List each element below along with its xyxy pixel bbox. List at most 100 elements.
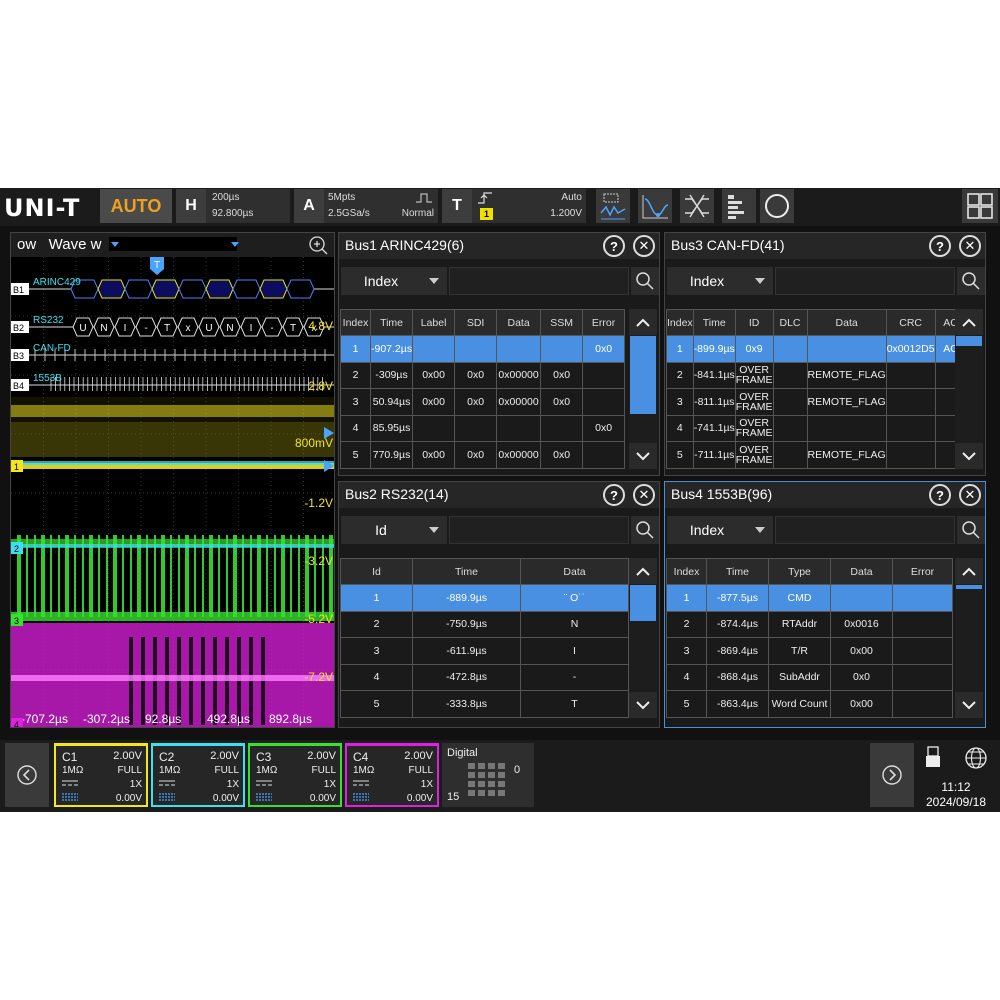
bus1-filter-select[interactable]: Index	[341, 267, 447, 295]
bus3-scrollbar[interactable]	[955, 309, 983, 469]
bus4-filter-select[interactable]: Index	[667, 516, 773, 544]
coupling-icon	[353, 779, 369, 790]
bus4-scrollbar[interactable]	[955, 558, 983, 718]
bus1-frame[interactable]	[97, 279, 126, 299]
window-selector[interactable]	[109, 237, 237, 251]
bus1-scrollbar[interactable]	[629, 309, 657, 469]
close-icon[interactable]: ✕	[633, 484, 655, 506]
list-button[interactable]	[722, 189, 756, 223]
horizontal-settings[interactable]: H 200µs 92.800µs	[176, 189, 290, 223]
scroll-left-button[interactable]	[5, 743, 49, 807]
window-layout-button[interactable]	[962, 189, 998, 223]
table-row[interactable]: 5 770.9µs 0x00 0x0 0x00000 0x0	[340, 441, 626, 469]
bus4-search-input[interactable]	[775, 516, 955, 544]
channel-probe: 1X	[129, 779, 142, 790]
waveform-panel[interactable]: ow Wave w U N I - Tx U N I - Tx B1 ARINC429 B2 RS232 B…	[10, 232, 335, 728]
waveform-display[interactable]: U N I - Tx U N I - TxB1ARINC429B2RS232B3CAN-FDB41…	[11, 257, 335, 728]
measure-button[interactable]	[596, 189, 630, 223]
table-row[interactable]: 1 -877.5µs CMD	[666, 584, 953, 612]
network-globe-icon[interactable]	[964, 746, 988, 770]
table-row[interactable]: 1-899.9µs0x90x0012D5ACK	[666, 335, 974, 363]
table-row[interactable]: 2 -841.1µs OVER FRAME REMOTE_FLAG	[666, 361, 974, 389]
table-cell: CMD	[768, 584, 831, 612]
table-row[interactable]: 4 -741.1µs OVER FRAME	[666, 414, 974, 442]
voltage-label: 2.8V	[308, 379, 333, 393]
bus2-filter-label: Id	[375, 522, 387, 538]
bus1-frame[interactable]	[151, 279, 180, 299]
bus1-frame[interactable]	[259, 279, 288, 299]
acquire-settings[interactable]: A 5Mpts 2.5GSa/s Normal	[294, 189, 438, 223]
zoom-in-icon[interactable]	[307, 235, 329, 255]
scroll-up-button[interactable]	[955, 309, 983, 335]
math-button[interactable]	[638, 189, 672, 223]
scroll-up-button[interactable]	[629, 309, 657, 335]
help-icon[interactable]: ?	[929, 235, 951, 257]
help-icon[interactable]: ?	[929, 484, 951, 506]
close-icon[interactable]: ✕	[633, 235, 655, 257]
table-row[interactable]: 2 -750.9µs N	[340, 610, 629, 638]
bus1-frame[interactable]	[232, 279, 261, 299]
table-row[interactable]: 5 -333.8µs T	[340, 690, 629, 718]
bus3-search-button[interactable]	[957, 267, 985, 295]
table-row[interactable]: 5 -863.4µs Word Count 0x00	[666, 690, 953, 718]
scroll-thumb[interactable]	[956, 336, 982, 346]
column-header: Data	[520, 558, 629, 585]
bus1-search-button[interactable]	[631, 267, 659, 295]
bus3-search-input[interactable]	[775, 267, 955, 295]
decode-button[interactable]	[680, 189, 714, 223]
scroll-right-button[interactable]	[870, 743, 914, 807]
bus1-frame[interactable]	[205, 279, 234, 299]
table-row[interactable]: 5 -711.1µs OVER FRAME REMOTE_FLAG	[666, 441, 974, 469]
table-row[interactable]: 2 -309µs 0x00 0x0 0x00000 0x0	[340, 361, 626, 389]
scroll-thumb[interactable]	[630, 336, 656, 414]
table-row[interactable]: 4 -472.8µs -	[340, 663, 629, 691]
table-header-row: Index Time Type Data Error	[666, 558, 953, 585]
channel-card-c2[interactable]: C2 2.00V 1MΩ FULL 1X 0.00V	[151, 743, 245, 807]
bus2-scrollbar[interactable]	[629, 558, 657, 718]
close-icon[interactable]: ✕	[959, 484, 981, 506]
bus2-filter-select[interactable]: Id	[341, 516, 447, 544]
scroll-down-button[interactable]	[629, 692, 657, 718]
channel-offset: 0.00V	[212, 793, 239, 804]
bus1-frame[interactable]	[178, 279, 207, 299]
bus3-filter-select[interactable]: Index	[667, 267, 773, 295]
bus2-search-input[interactable]	[449, 516, 629, 544]
channel-card-c1[interactable]: C1 2.00V 1MΩ FULL 1X 0.00V	[54, 743, 148, 807]
table-row[interactable]: 1 -907.2µs 0x0	[340, 335, 626, 363]
channel-card-c4[interactable]: C4 2.00V 1MΩ FULL 1X 0.00V	[345, 743, 439, 807]
channel-bandwidth: FULL	[408, 765, 433, 776]
table-row[interactable]: 1 -889.9µs ¨ O˙˙	[340, 584, 629, 612]
table-row[interactable]: 3 -611.9µs I	[340, 637, 629, 665]
bus4-search-button[interactable]	[957, 516, 985, 544]
digital-channels-button[interactable]: Digital 0 15	[442, 743, 534, 807]
table-row[interactable]: 4 -868.4µs SubAddr 0x0	[666, 663, 953, 691]
close-icon[interactable]: ✕	[959, 235, 981, 257]
usb-drive-icon[interactable]	[926, 746, 940, 768]
bus1-search-input[interactable]	[449, 267, 629, 295]
table-row[interactable]: 3 -811.1µs OVER FRAME REMOTE_FLAG	[666, 388, 974, 416]
scroll-down-button[interactable]	[955, 443, 983, 469]
table-row[interactable]: 3 50.94µs 0x00 0x0 0x00000 0x0	[340, 388, 626, 416]
bus3-search-row: Index	[665, 267, 985, 297]
scroll-up-button[interactable]	[629, 558, 657, 584]
trigger-marker-label: T	[154, 260, 160, 271]
table-row[interactable]: 4 85.95µs 0x0	[340, 414, 626, 442]
scroll-up-button[interactable]	[955, 558, 983, 584]
scroll-thumb[interactable]	[956, 585, 982, 589]
table-row[interactable]: 3 -869.4µs T/R 0x00	[666, 637, 953, 665]
table-cell: T/R	[768, 637, 831, 665]
trigger-settings[interactable]: T 1 Auto 1.200V	[442, 189, 586, 223]
search-tool-button[interactable]	[760, 189, 794, 223]
auto-button[interactable]: AUTO	[100, 189, 172, 223]
bus2-search-button[interactable]	[631, 516, 659, 544]
bus1-frame[interactable]	[124, 279, 153, 299]
help-icon[interactable]: ?	[603, 484, 625, 506]
column-header: Type	[768, 558, 831, 585]
bus1-frame[interactable]	[286, 279, 315, 299]
scroll-down-button[interactable]	[955, 692, 983, 718]
table-row[interactable]: 2 -874.4µs RTAddr 0x0016	[666, 610, 953, 638]
scroll-thumb[interactable]	[630, 585, 656, 621]
scroll-down-button[interactable]	[629, 443, 657, 469]
help-icon[interactable]: ?	[603, 235, 625, 257]
channel-card-c3[interactable]: C3 2.00V 1MΩ FULL 1X 0.00V	[248, 743, 342, 807]
